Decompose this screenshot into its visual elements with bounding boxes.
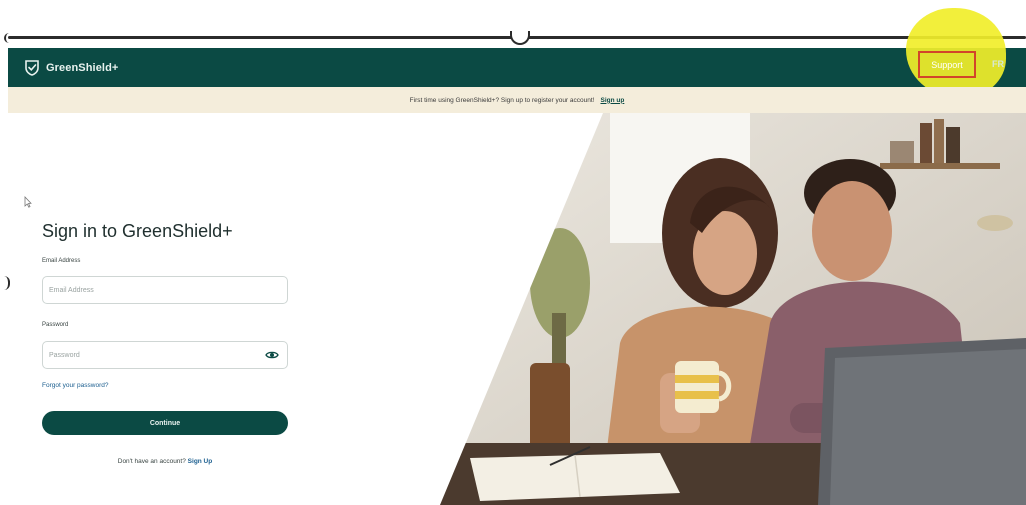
frame-handle[interactable] [510, 31, 530, 45]
support-link[interactable]: Support [918, 51, 976, 78]
frame-edge-mark [4, 276, 10, 290]
hero-illustration [440, 113, 1026, 505]
eye-icon[interactable] [265, 350, 279, 360]
hero-image [440, 113, 1026, 505]
shield-check-icon [25, 60, 39, 76]
signup-banner: First time using GreenShield+? Sign up t… [8, 87, 1026, 113]
signin-title: Sign in to GreenShield+ [42, 221, 233, 241]
window-frame [0, 0, 1026, 48]
email-field[interactable]: Email Address [42, 276, 288, 304]
top-navbar: GreenShield+ [8, 48, 1026, 87]
brand-name: GreenShield+ [46, 61, 119, 74]
signup-prompt: Don't have an account? Sign Up [42, 458, 288, 465]
password-placeholder: Password [49, 351, 80, 359]
email-placeholder: Email Address [49, 286, 94, 294]
language-toggle[interactable]: FR [992, 59, 1004, 69]
signup-link[interactable]: Sign Up [188, 458, 213, 465]
forgot-password-link[interactable]: Forgot your password? [42, 382, 108, 389]
signup-prompt-text: Don't have an account? [117, 458, 186, 465]
banner-signup-link[interactable]: Sign up [600, 97, 624, 104]
brand-logo[interactable]: GreenShield+ [24, 59, 118, 76]
mouse-cursor-icon [24, 196, 32, 208]
password-label: Password [42, 322, 69, 328]
email-label: Email Address [42, 258, 81, 264]
continue-button[interactable]: Continue [42, 411, 288, 435]
password-field[interactable]: Password [42, 341, 288, 369]
banner-message: First time using GreenShield+? Sign up t… [409, 96, 595, 104]
